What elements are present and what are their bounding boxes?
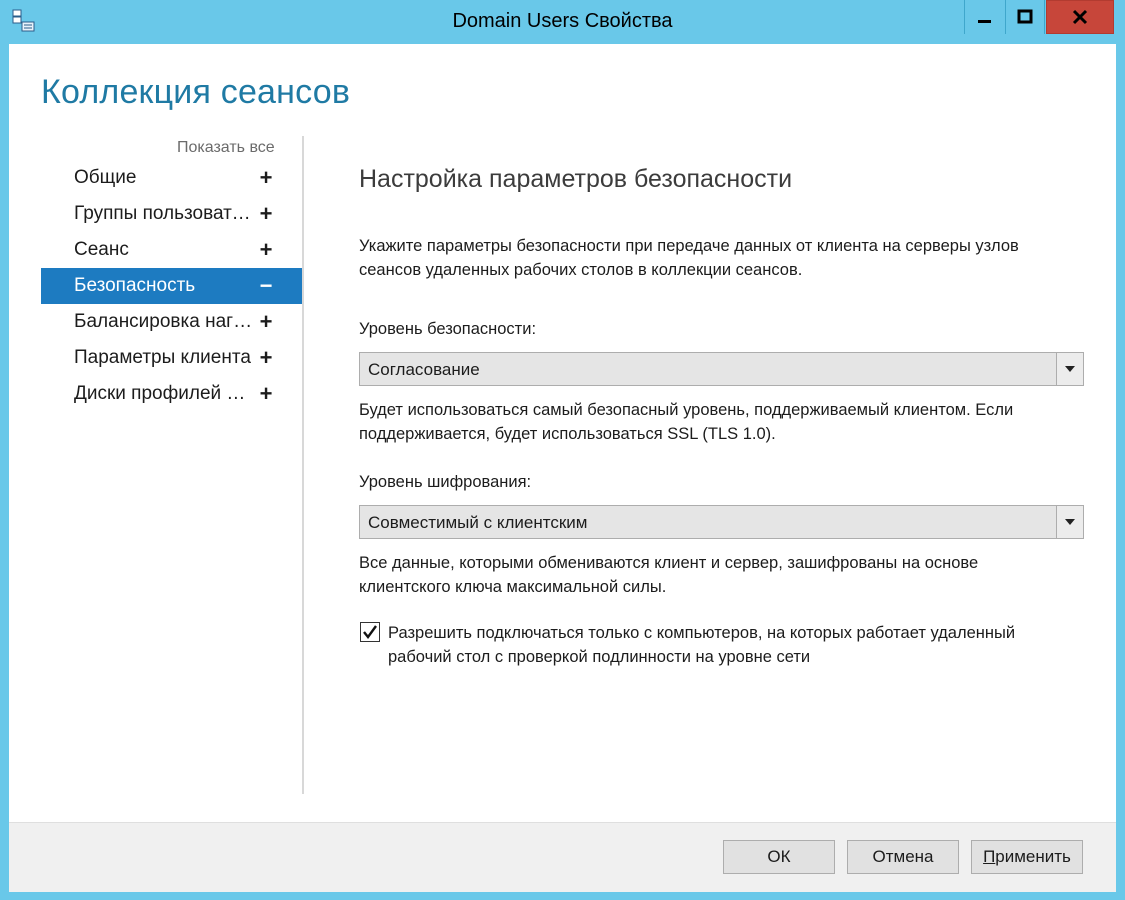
dropdown-arrow-icon [1056,506,1083,538]
apply-button[interactable]: Применить [971,840,1083,874]
show-all-link[interactable]: Показать все [177,139,275,157]
sidebar-divider [302,136,304,794]
security-level-label: Уровень безопасности: [359,320,537,338]
description-line: Будет использоваться самый безопасный ур… [359,401,1014,419]
sidebar-item-general[interactable]: Общие + [41,160,303,196]
intro-text: Укажите параметры безопасности при перед… [359,234,1079,282]
apply-label-rest: рименить [995,847,1071,866]
expand-icon: + [259,237,273,262]
maximize-button[interactable] [1005,0,1045,34]
encryption-level-value: Совместимый с клиентским [368,513,588,532]
collapse-icon: − [259,273,273,298]
sidebar-item-label: Безопасность [74,275,196,296]
title-bar[interactable]: Domain Users Свойства [0,0,1125,44]
sidebar-item-label: Сеанс [74,239,129,260]
expand-icon: + [259,309,273,334]
minimize-button[interactable] [964,0,1005,34]
sidebar-item-label: Диски профилей пользователей [74,383,254,404]
expand-icon: + [259,345,273,370]
checkmark-icon [363,625,377,639]
sidebar-item-load-balancing[interactable]: Балансировка нагрузки + [41,304,303,340]
security-level-description: Будет использоваться самый безопасный ур… [359,398,1079,446]
checkbox-label-line: рабочий стол с проверкой подлинности на … [388,648,811,666]
close-button[interactable] [1046,0,1114,34]
intro-line: Укажите параметры безопасности при перед… [359,237,1019,255]
sidebar-item-security[interactable]: Безопасность − [41,268,303,304]
page-heading: Коллекция сеансов [41,73,351,111]
window-title: Domain Users Свойства [452,10,673,32]
nla-checkbox-label[interactable]: Разрешить подключаться только с компьюте… [388,621,1088,669]
ok-button[interactable]: ОК [723,840,835,874]
section-title: Настройка параметров безопасности [359,165,793,193]
sidebar-item-label: Группы пользователей [74,203,254,224]
properties-window [0,0,1125,900]
sidebar-item-label: Параметры клиента [74,347,251,368]
security-level-value: Согласование [368,360,480,379]
description-line: Все данные, которыми обмениваются клиент… [359,554,979,572]
sidebar-item-session[interactable]: Сеанс + [41,232,303,268]
sidebar-nav: Общие + Группы пользователей + Сеанс + Б… [41,160,303,412]
apply-mnemonic: П [983,847,996,866]
expand-icon: + [259,165,273,190]
close-icon [1072,9,1088,25]
expand-icon: + [259,381,273,406]
cancel-button[interactable]: Отмена [847,840,959,874]
checkbox-label-line: Разрешить подключаться только с компьюте… [388,624,1016,642]
expand-icon: + [259,201,273,226]
sidebar-item-profile-disks[interactable]: Диски профилей пользователей + [41,376,303,412]
maximize-icon [1017,9,1033,24]
sidebar-item-client-settings[interactable]: Параметры клиента + [41,340,303,376]
sidebar-item-label: Балансировка нагрузки [74,311,254,332]
description-line: поддерживается, будет использоваться SSL… [359,425,776,443]
description-line: клиентского ключа максимальной силы. [359,578,667,596]
sidebar-item-label: Общие [74,167,137,188]
encryption-level-select[interactable]: Совместимый с клиентским [359,505,1084,539]
encryption-level-description: Все данные, которыми обмениваются клиент… [359,551,1079,599]
security-level-select[interactable]: Согласование [359,352,1084,386]
intro-line: сеансов удаленных рабочих столов в колле… [359,261,803,279]
encryption-level-label: Уровень шифрования: [359,473,532,491]
minimize-icon [978,20,991,23]
dropdown-arrow-icon [1056,353,1083,385]
nla-checkbox[interactable] [360,622,380,642]
sidebar-item-user-groups[interactable]: Группы пользователей + [41,196,303,232]
